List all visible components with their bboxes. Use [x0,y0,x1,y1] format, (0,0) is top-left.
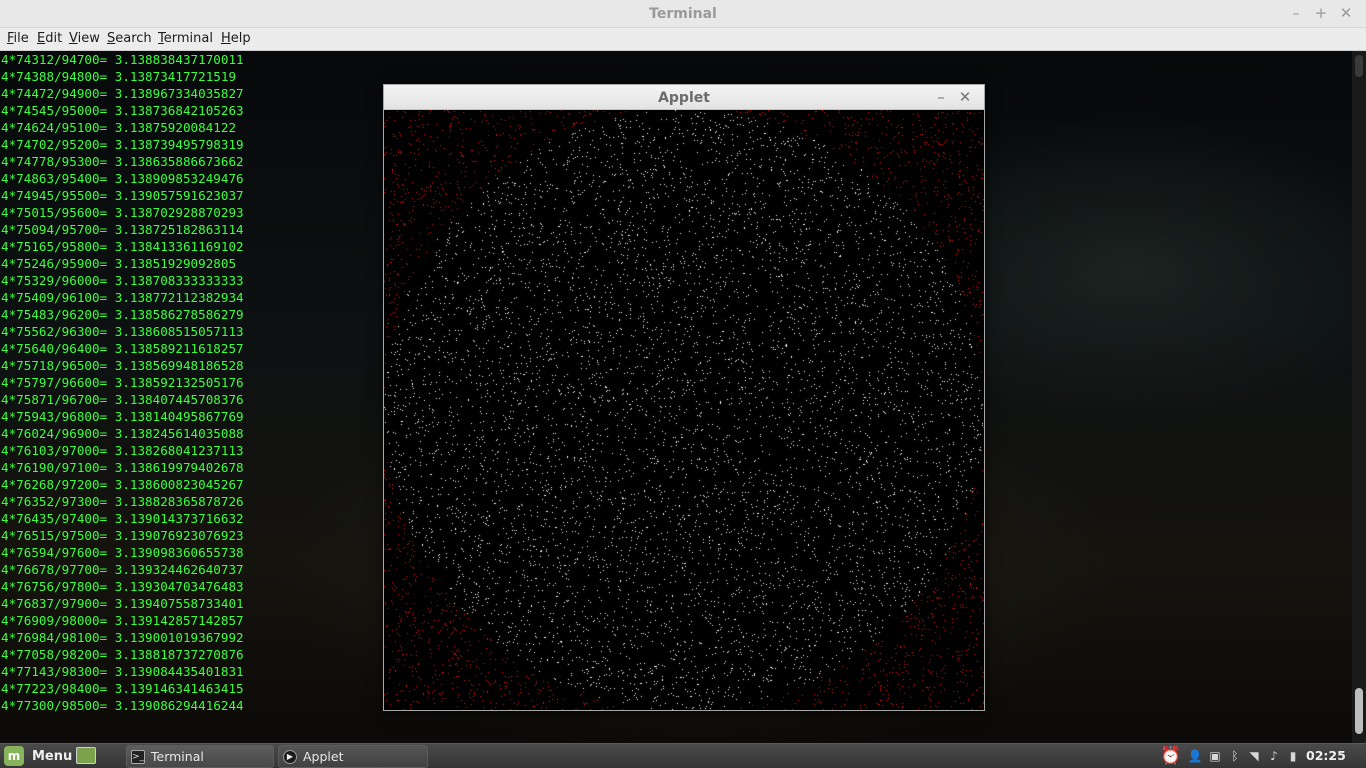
terminal-line: 4*77058/98200= 3.138818737270876 [1,647,244,662]
alarm-clock-icon[interactable]: ⏰ [1160,745,1182,767]
applet-icon: ▶ [283,749,297,764]
terminal-line: 4*76190/97100= 3.138619979402678 [1,460,244,475]
applet-title: Applet [658,90,710,106]
mint-logo-icon: m [4,746,24,766]
terminal-line: 4*75165/95800= 3.138413361169102 [1,239,244,254]
clock: 02:25 [1306,748,1346,763]
terminal-line: 4*76909/98000= 3.139142857142857 [1,613,244,628]
taskbar-item-terminal[interactable]: >_ Terminal [126,745,274,768]
taskbar: m Menu >_ Terminal ▶ Applet ⏰ 👤 ▣ ᛒ ◥ ♪ … [0,743,1366,768]
terminal-line: 4*74472/94900= 3.138967334035827 [1,86,244,101]
terminal-line: 4*77223/98400= 3.139146341463415 [1,681,244,696]
menu-label-rest: iew [77,31,100,46]
terminal-line: 4*76984/98100= 3.139001019367992 [1,630,244,645]
terminal-scrollbar[interactable] [1352,51,1366,743]
terminal-line: 4*74545/95000= 3.138736842105263 [1,103,244,118]
terminal-line: 4*77300/98500= 3.139086294416244 [1,698,244,713]
terminal-line: 4*74702/95200= 3.138739495798319 [1,137,244,152]
menu-label-rest: earch [115,31,152,46]
terminal-line: 4*76678/97700= 3.139324462640737 [1,562,244,577]
taskbar-item-label: Applet [303,749,344,764]
terminal-line: 4*74778/95300= 3.138635886673662 [1,154,244,169]
terminal-line: 4*75640/96400= 3.138589211618257 [1,341,244,356]
user-icon[interactable]: 👤 [1187,748,1203,764]
terminal-line: 4*74388/94800= 3.13873417721519 [1,69,237,84]
close-button[interactable]: ✕ [1336,3,1356,23]
menu-label-rest: elp [230,31,251,46]
scrollbar-thumb[interactable] [1355,688,1363,734]
terminal-line: 4*75718/96500= 3.138569948186528 [1,358,244,373]
start-menu-button[interactable]: m Menu [2,745,78,767]
terminal-line: 4*75015/95600= 3.138702928870293 [1,205,244,220]
bluetooth-icon[interactable]: ᛒ [1227,748,1243,764]
applet-close-button[interactable]: ✕ [955,87,975,107]
applet-minimize-button[interactable]: – [931,87,951,107]
terminal-line: 4*74312/94700= 3.138838437170011 [1,52,244,67]
terminal-line: 4*75246/95900= 3.13851929092805 [1,256,237,271]
terminal-line: 4*77143/98300= 3.139084435401831 [1,664,244,679]
terminal-line: 4*76515/97500= 3.139076923076923 [1,528,244,543]
minimize-button[interactable]: – [1286,3,1306,23]
terminal-line: 4*75094/95700= 3.138725182863114 [1,222,244,237]
menu-view[interactable]: View [69,31,100,46]
scrollbar-track-segment [1355,55,1363,77]
applet-window: Applet – ✕ [383,84,985,711]
terminal-line: 4*76756/97800= 3.139304703476483 [1,579,244,594]
maximize-button[interactable]: + [1311,3,1331,23]
taskbar-item-applet[interactable]: ▶ Applet [278,745,428,768]
terminal-line: 4*76837/97900= 3.139407558733401 [1,596,244,611]
menu-terminal[interactable]: Terminal [158,31,213,46]
terminal-line: 4*75871/96700= 3.138407445708376 [1,392,244,407]
start-menu-label: Menu [32,748,73,764]
menu-mnemonic: E [37,31,46,46]
menu-label-rest: ile [13,31,29,46]
terminal-line: 4*75562/96300= 3.138608515057113 [1,324,244,339]
wifi-icon[interactable]: ◥ [1246,748,1262,764]
terminal-line: 4*75483/96200= 3.138586278586279 [1,307,244,322]
menu-label-rest: erminal [163,31,213,46]
terminal-line: 4*76103/97000= 3.138268041237113 [1,443,244,458]
menu-label-rest: dit [45,31,63,46]
show-desktop-icon[interactable] [76,747,96,764]
terminal-menubar: File Edit View Search Terminal Help [0,28,1366,51]
taskbar-item-label: Terminal [151,749,204,764]
monte-carlo-canvas [384,110,984,710]
terminal-line: 4*75409/96100= 3.138772112382934 [1,290,244,305]
removable-drive-icon[interactable]: ▣ [1207,748,1223,764]
applet-titlebar[interactable]: Applet – ✕ [384,85,984,110]
terminal-line: 4*75329/96000= 3.138708333333333 [1,273,244,288]
battery-icon[interactable]: ▮ [1285,748,1301,764]
menu-help[interactable]: Help [221,31,251,46]
terminal-output: 4*74312/94700= 3.138838437170011 4*74388/… [1,51,244,714]
terminal-line: 4*74945/95500= 3.139057591623037 [1,188,244,203]
terminal-icon: >_ [131,749,145,764]
terminal-titlebar[interactable]: Terminal – + ✕ [0,0,1366,28]
menu-search[interactable]: Search [107,31,152,46]
volume-icon[interactable]: ♪ [1266,748,1282,764]
terminal-title: Terminal [649,6,717,22]
menu-mnemonic: H [221,31,231,46]
menu-edit[interactable]: Edit [37,31,62,46]
menu-file[interactable]: File [7,31,29,46]
terminal-line: 4*75797/96600= 3.138592132505176 [1,375,244,390]
terminal-line: 4*76352/97300= 3.138828365878726 [1,494,244,509]
terminal-line: 4*75943/96800= 3.138140495867769 [1,409,244,424]
menu-mnemonic: V [69,31,78,46]
terminal-line: 4*74863/95400= 3.138909853249476 [1,171,244,186]
terminal-line: 4*76435/97400= 3.139014373716632 [1,511,244,526]
terminal-line: 4*76024/96900= 3.138245614035088 [1,426,244,441]
terminal-line: 4*74624/95100= 3.13875920084122 [1,120,237,135]
terminal-line: 4*76594/97600= 3.139098360655738 [1,545,244,560]
terminal-line: 4*76268/97200= 3.138600823045267 [1,477,244,492]
